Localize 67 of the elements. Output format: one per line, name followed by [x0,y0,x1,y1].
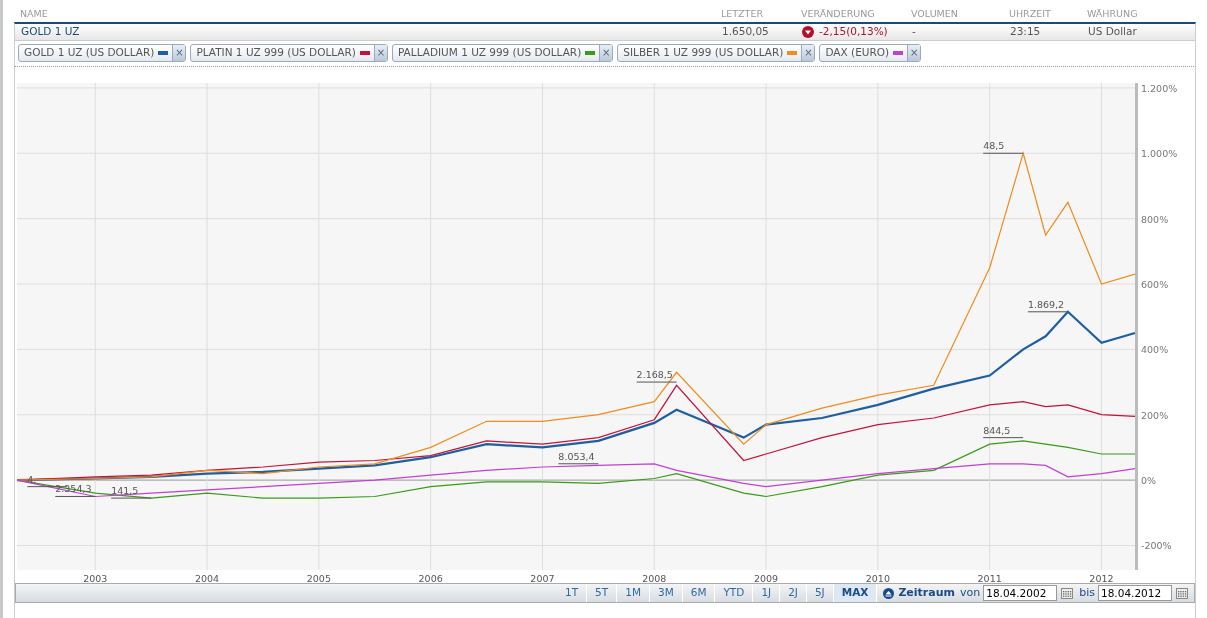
date-field[interactable]: 18.04.2012 [1098,585,1172,601]
x-axis-label: 2003 [83,573,108,583]
chip-label: PLATIN 1 UZ 999 (US DOLLAR) [195,45,357,61]
y-axis-label: 0% [1141,475,1157,487]
period-button[interactable]: 2J [780,584,807,602]
currency-cell-text: US Dollar [1088,24,1138,40]
close-button[interactable]: × [599,45,613,61]
annotation: 844,5 [983,424,1011,436]
x-axis-label: 2008 [642,573,667,583]
range-label[interactable]: Zeitraum [898,584,955,602]
chip-label: SILBER 1 UZ 999 (US DOLLAR) [622,45,785,61]
annotation: 2.168,5 [636,369,673,381]
column-header: WÄHRUNG [1087,6,1139,21]
x-axis-label: 2007 [530,573,555,583]
chip-label: PALLADIUM 1 UZ 999 (US DOLLAR) [396,45,583,61]
price-cell-text: 1.650,05 [722,24,770,40]
y-axis-label: 1.000% [1141,148,1178,160]
y-axis-label: 600% [1141,279,1169,290]
period-button[interactable]: YTD [715,584,754,602]
close-button[interactable]: × [172,45,186,61]
value-annotation: 141,5 [110,485,152,499]
period-button[interactable]: 5T [587,584,618,602]
annotation: 1.869,2 [1027,298,1065,310]
annotation: 141,5 [111,485,139,497]
x-axis-label: 2006 [418,573,443,583]
column-header: VOLUMEN [911,6,959,21]
time-cell-text: 23:15 [1010,24,1042,40]
column-header: NAME [20,6,49,21]
chip-label: GOLD 1 UZ (US DOLLAR) [23,45,156,61]
close-button[interactable]: × [907,45,921,61]
x-axis-label: 2010 [865,573,890,583]
annotation: 48,5 [983,140,1005,152]
annotation: 8.053,4 [558,450,595,462]
x-axis-label: 2009 [753,573,779,583]
period-button[interactable]: 3M [649,584,683,602]
volume-cell-text: - [912,24,917,40]
period-button[interactable]: 6M [682,584,716,602]
y-axis-label: 400% [1141,344,1169,356]
period-button[interactable]: 1T [557,584,588,602]
period-button[interactable]: MAX [833,584,878,602]
name-cell[interactable]: GOLD 1 UZ [21,24,722,40]
column-header: VERÄNDERUNG [801,6,876,21]
period-button[interactable]: 1M [617,584,650,602]
chip-label: DAX (EURO) [824,45,891,61]
y-axis-label: -200% [1141,540,1172,552]
y-axis-label: 800% [1141,213,1169,225]
value-annotation: 8.053,4 [557,450,599,465]
y-axis-label: 1.200% [1141,82,1178,94]
date-field[interactable]: 18.04.2002 [983,585,1058,601]
value-annotation: 48,5 [982,140,1024,154]
change-cell: -2,15(0,13%) [819,24,888,40]
x-axis-label: 2012 [1089,573,1114,583]
from-label: von [960,584,981,601]
close-button[interactable]: × [373,45,387,61]
to-label: bis [1079,584,1095,601]
x-axis-label: 2011 [977,573,1002,583]
period-button[interactable]: 5J [806,584,834,602]
close-button[interactable]: × [801,45,815,61]
period-button[interactable]: 1J [753,584,781,602]
y-axis-label: 200% [1141,409,1169,421]
column-header: UHRZEIT [1009,6,1052,21]
x-axis-label: 2005 [306,573,331,583]
value-annotation: 844,5 [982,424,1024,439]
x-axis-label: 2004 [194,573,220,583]
column-header: LETZTER [721,6,764,21]
value-annotation: 1.869,2 [1027,298,1069,313]
value-annotation: 2.168,5 [636,369,678,383]
